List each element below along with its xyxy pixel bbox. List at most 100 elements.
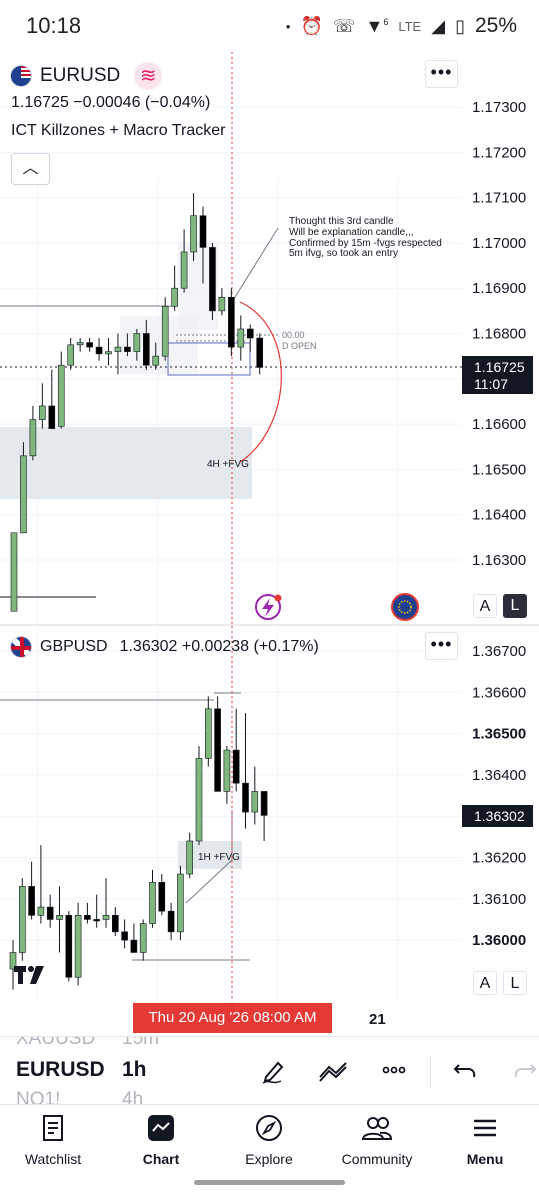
candle-body (74, 915, 82, 978)
redo-button[interactable] (508, 1055, 539, 1089)
eurusd-log-scale-button[interactable]: L (503, 594, 527, 618)
signal-icon: ◢ (431, 15, 446, 36)
eurusd-symbol[interactable]: EURUSD (40, 65, 120, 87)
nav-explore[interactable]: Explore (224, 1111, 314, 1167)
gesture-home-bar[interactable] (194, 1180, 345, 1185)
nav-watchlist[interactable]: Watchlist (8, 1111, 98, 1167)
current-price-value: 1.16725 (474, 359, 525, 375)
more-tools-button[interactable] (377, 1055, 411, 1089)
candle (223, 745, 231, 804)
draw-tool-button[interactable] (257, 1055, 291, 1089)
price-tick-label: 1.16500 (472, 461, 526, 478)
symbol-timeframe-picker[interactable]: XAUUSD 15m EURUSD 1h NQ1! 4h (16, 1037, 196, 1104)
annotation-line: Thought this 3rd candle (289, 216, 394, 227)
community-icon (361, 1117, 393, 1140)
nav-chart[interactable]: Chart (116, 1111, 206, 1167)
app-screen: 10:18 ● ⏰ ☏ ▼6 LTE ◢ ▯ 25% 1.17300 1.1720… (0, 0, 539, 1199)
gbpusd-log-scale-button[interactable]: L (503, 971, 527, 995)
redo-icon (514, 1064, 537, 1078)
price-tick-label: 1.17100 (472, 190, 526, 207)
gbpusd-quote: 1.36302 +0.00238 (+0.17%) (119, 638, 319, 655)
candle-body (251, 791, 259, 813)
candle (74, 902, 82, 986)
candle (205, 696, 212, 767)
candle-body (195, 758, 203, 842)
battery-level: 25% (474, 14, 517, 37)
collapse-indicators-button[interactable]: ︿ (11, 153, 50, 185)
candle-body (180, 251, 188, 289)
chart-canvas[interactable]: 1.17300 1.17200 1.17100 1.17000 1.16900 1.168… (0, 52, 539, 1052)
candle-body (237, 328, 245, 348)
wave-icon[interactable]: ≋ (134, 62, 163, 90)
nav-menu[interactable]: Menu (440, 1111, 530, 1167)
status-time: 10:18 (26, 13, 82, 38)
undo-button[interactable] (448, 1055, 482, 1089)
candle-body (199, 215, 207, 248)
eurusd-candles (10, 193, 264, 612)
more-horizontal-icon (382, 1066, 406, 1074)
trend-tool-button[interactable] (316, 1055, 350, 1089)
candle-body (177, 873, 184, 933)
candle-body (121, 931, 128, 941)
wifi-badge: 6 (383, 16, 389, 27)
price-tick-label: 1.16900 (472, 280, 526, 297)
candle (228, 288, 235, 357)
candle (242, 712, 249, 829)
candle-body (190, 215, 197, 253)
price-tick-label: 1.36400 (472, 767, 526, 784)
toolbar-separator (430, 1055, 431, 1087)
eurusd-auto-scale-button[interactable]: A (473, 594, 497, 618)
eu-flag-icon[interactable] (391, 593, 419, 621)
picker-prev-timeframe: 15m (122, 1037, 159, 1049)
candle (149, 869, 156, 928)
candle-body (57, 364, 65, 427)
candle (84, 902, 91, 924)
price-tick-label: 1.36100 (472, 891, 526, 908)
fvg-4h-label: 4H +FVG (207, 459, 249, 470)
candle-body (18, 886, 26, 953)
eurusd-header[interactable]: EURUSD ≋ (10, 62, 163, 90)
gbpusd-symbol[interactable]: GBPUSD (40, 638, 108, 656)
candle-body (242, 782, 249, 813)
candle (37, 845, 45, 924)
picker-next-timeframe: 4h (122, 1089, 144, 1104)
candle-body (102, 915, 110, 920)
gbpusd-header[interactable]: GBPUSD 1.36302 +0.00238 (+0.17%) (10, 636, 319, 658)
price-tick-label: 1.36500 (472, 726, 526, 743)
candle-body (209, 247, 216, 312)
candle-body (37, 906, 45, 916)
nav-label: Chart (142, 1151, 180, 1167)
candle-body (28, 886, 35, 916)
candle (102, 878, 110, 928)
picker-current-symbol[interactable]: EURUSD (16, 1058, 105, 1082)
candle-body (39, 405, 46, 420)
nav-label: Explore (245, 1151, 293, 1167)
candle-body (76, 342, 84, 346)
candle (130, 923, 138, 953)
nav-label: Community (341, 1151, 413, 1167)
eurusd-more-button[interactable]: ••• (425, 60, 458, 88)
candle (177, 865, 184, 941)
eurusd-quote: 1.16725 −0.00046 (−0.04%) (11, 94, 211, 111)
nav-community[interactable]: Community (332, 1111, 422, 1167)
picker-current-timeframe[interactable]: 1h (122, 1058, 147, 1082)
level-label-d-open: D OPEN (282, 341, 317, 351)
price-tick-label: 1.16400 (472, 507, 526, 524)
candle (95, 338, 103, 361)
indicator-name[interactable]: ICT Killzones + Macro Tracker (11, 122, 225, 140)
wifi-icon: ▼6 (365, 15, 389, 36)
battery-icon: ▯ (455, 15, 465, 36)
annotation-line: 5m ifvg, so took an entry (289, 248, 398, 259)
candle (158, 874, 166, 916)
undo-icon (453, 1064, 476, 1078)
candle (180, 229, 188, 293)
gbpusd-auto-scale-button[interactable]: A (473, 971, 497, 995)
candle (10, 532, 18, 612)
gbpusd-more-button[interactable]: ••• (425, 632, 458, 660)
annotation-line: Will be explanation candle,,, (289, 227, 414, 238)
candle-body (143, 333, 150, 366)
candle-body (133, 333, 141, 352)
candle (46, 894, 54, 928)
fvg-1h-label: 1H +FVG (198, 852, 240, 863)
candle-body (260, 791, 268, 816)
